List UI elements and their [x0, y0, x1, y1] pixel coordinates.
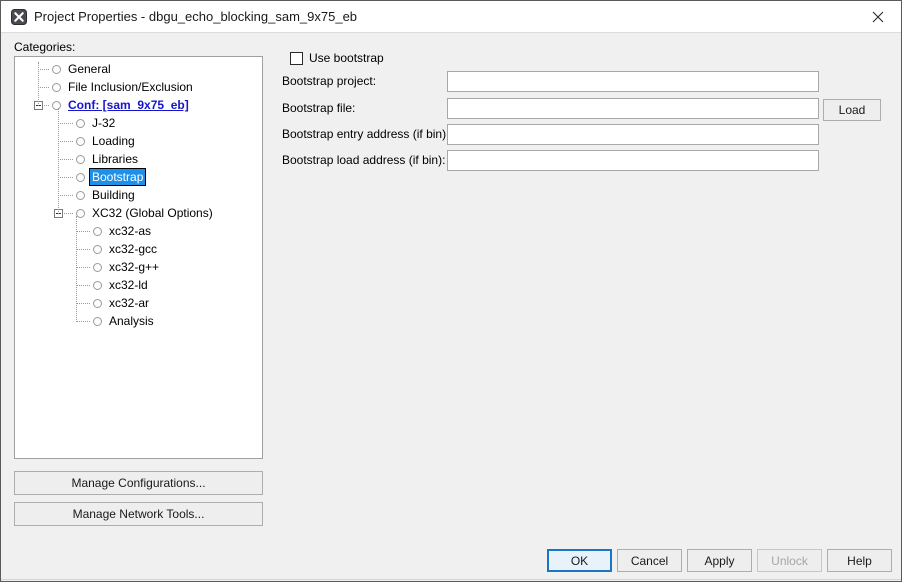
tree-item-label: J-32 — [92, 116, 116, 130]
bootstrap-project-label: Bootstrap project: — [282, 74, 377, 88]
manage-configurations-button[interactable]: Manage Configurations... — [14, 471, 263, 495]
use-bootstrap-checkbox[interactable] — [290, 51, 303, 65]
tree-item-label: File Inclusion/Exclusion — [68, 80, 193, 94]
tree-item-label: xc32-ar — [109, 296, 150, 310]
load-button[interactable]: Load — [823, 99, 881, 121]
tree-item-label: xc32-gcc — [109, 242, 158, 256]
manage-network-tools-button[interactable]: Manage Network Tools... — [14, 502, 263, 526]
bootstrap-file-label: Bootstrap file: — [282, 101, 356, 115]
tree-item-loading[interactable]: Loading — [15, 132, 262, 150]
tree-item-xc32-ar[interactable]: xc32-ar — [15, 294, 262, 312]
tree-item-analysis[interactable]: Analysis — [15, 312, 262, 330]
tree-item-label: XC32 (Global Options) — [92, 206, 213, 220]
tree-item-label: Conf: [sam_9x75_eb] — [68, 98, 189, 112]
tree-item-label: Building — [92, 188, 135, 202]
tree-item-label: xc32-ld — [109, 278, 148, 292]
tree-item-xc32-as[interactable]: xc32-as — [15, 222, 262, 240]
help-button[interactable]: Help — [827, 549, 892, 572]
ok-button[interactable]: OK — [547, 549, 612, 572]
tree-item-label: Bootstrap — [88, 168, 147, 186]
app-x-icon — [11, 9, 27, 25]
tree-item-label: xc32-as — [109, 224, 152, 238]
bootstrap-load-address-label: Bootstrap load address (if bin): — [282, 153, 446, 167]
bootstrap-load-address-input[interactable] — [447, 150, 819, 171]
tree-content: General File Inclusion/Exclusion Conf: [sa… — [15, 57, 262, 458]
tree-item-j-32[interactable]: J-32 — [15, 114, 262, 132]
tree-item-libraries[interactable]: Libraries — [15, 150, 262, 168]
tree-item-file-inclusion-exclusion[interactable]: File Inclusion/Exclusion — [15, 78, 262, 96]
project-properties-dialog: Project Properties - dbgu_echo_blocking_… — [0, 0, 902, 582]
close-button[interactable] — [855, 1, 901, 32]
tree-item-building[interactable]: Building — [15, 186, 262, 204]
tree-item-xc32-gcc[interactable]: xc32-gcc — [15, 240, 262, 258]
tree-item-xc32-global-options[interactable]: XC32 (Global Options) — [15, 204, 262, 222]
window-title: Project Properties - dbgu_echo_blocking_… — [34, 9, 358, 24]
tree-item-general[interactable]: General — [15, 60, 262, 78]
tree-item-bootstrap[interactable]: Bootstrap — [15, 168, 262, 186]
tree-item-label: Analysis — [109, 314, 154, 328]
close-icon — [872, 11, 884, 22]
tree-stem — [38, 62, 40, 106]
use-bootstrap-label: Use bootstrap — [309, 51, 384, 65]
tree-item-label: General — [68, 62, 111, 76]
bootstrap-entry-address-label: Bootstrap entry address (if bin): — [282, 127, 450, 141]
tree-item-conf-sam-9x75-eb[interactable]: Conf: [sam_9x75_eb] — [15, 96, 262, 114]
tree-item-label: xc32-g++ — [109, 260, 160, 274]
bootstrap-entry-address-input[interactable] — [447, 124, 819, 145]
tree-stem — [76, 216, 78, 322]
bootstrap-file-input[interactable] — [447, 98, 819, 119]
tree-item-xc32-g[interactable]: xc32-g++ — [15, 258, 262, 276]
title-bar: Project Properties - dbgu_echo_blocking_… — [1, 1, 901, 33]
unlock-button: Unlock — [757, 549, 822, 572]
categories-tree[interactable]: General File Inclusion/Exclusion Conf: [sa… — [14, 56, 263, 459]
categories-label: Categories: — [14, 40, 76, 54]
cancel-button[interactable]: Cancel — [617, 549, 682, 572]
apply-button[interactable]: Apply — [687, 549, 752, 572]
use-bootstrap-checkbox-row[interactable]: Use bootstrap — [290, 51, 384, 65]
tree-item-xc32-ld[interactable]: xc32-ld — [15, 276, 262, 294]
tree-stem — [58, 108, 60, 214]
footer-separator — [1, 579, 901, 580]
tree-item-label: Libraries — [92, 152, 139, 166]
bootstrap-project-input[interactable] — [447, 71, 819, 92]
tree-item-label: Loading — [92, 134, 135, 148]
